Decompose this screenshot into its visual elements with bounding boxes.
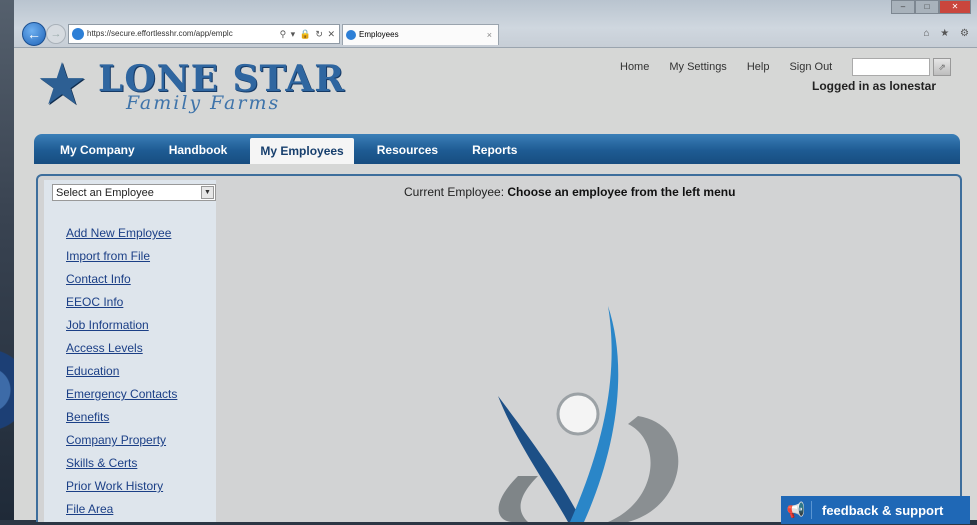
- logged-in-status: Logged in as lonestar: [812, 79, 937, 93]
- benefits-link[interactable]: Benefits: [66, 410, 109, 424]
- browser-window: – □ ✕ ← → https://secure.effortlesshr.co…: [14, 0, 977, 522]
- site-header: ★ LONE STAR Family Farms Home My Setting…: [14, 48, 977, 138]
- employee-select[interactable]: Select an Employee ▼: [52, 184, 216, 201]
- maximize-button[interactable]: □: [915, 0, 939, 14]
- menu-item: Company Property: [66, 433, 177, 456]
- window-controls: – □ ✕: [891, 0, 971, 14]
- company-property-link[interactable]: Company Property: [66, 433, 166, 447]
- address-url[interactable]: https://secure.effortlesshr.com/app/empl…: [87, 25, 280, 43]
- nav-reports[interactable]: Reports: [455, 134, 534, 164]
- menu-item: Benefits: [66, 410, 177, 433]
- address-bar[interactable]: https://secure.effortlesshr.com/app/empl…: [68, 24, 340, 44]
- my-settings-link[interactable]: My Settings: [669, 61, 726, 73]
- prior-work-history-link[interactable]: Prior Work History: [66, 479, 163, 493]
- logo-sub-text: Family Farms: [126, 92, 281, 114]
- menu-item: Prior Work History: [66, 479, 177, 502]
- browser-tab-employees[interactable]: Employees ×: [342, 24, 499, 45]
- menu-item: Education: [66, 364, 177, 387]
- menu-item: EEOC Info: [66, 295, 177, 318]
- current-employee-label: Current Employee:: [404, 185, 508, 199]
- menu-item: Emergency Contacts: [66, 387, 177, 410]
- current-employee-value: Choose an employee from the left menu: [507, 185, 736, 199]
- minimize-button[interactable]: –: [891, 0, 915, 14]
- chevron-down-icon[interactable]: ▼: [201, 186, 214, 199]
- nav-handbook[interactable]: Handbook: [152, 134, 245, 164]
- nav-resources[interactable]: Resources: [360, 134, 455, 164]
- company-logo[interactable]: ★ LONE STAR Family Farms: [36, 50, 344, 120]
- site-favicon-icon: [72, 28, 84, 40]
- sign-out-link[interactable]: Sign Out: [789, 61, 832, 73]
- skills-certs-link[interactable]: Skills & Certs: [66, 456, 137, 470]
- menu-item: Import from File: [66, 249, 177, 272]
- tab-favicon-icon: [346, 30, 356, 40]
- star-icon: ★: [36, 52, 88, 117]
- eeoc-info-link[interactable]: EEOC Info: [66, 295, 123, 309]
- menu-item: Access Levels: [66, 341, 177, 364]
- employee-select-value: Select an Employee: [56, 187, 154, 199]
- close-window-button[interactable]: ✕: [939, 0, 971, 14]
- add-new-employee-link[interactable]: Add New Employee: [66, 226, 171, 240]
- menu-item: Skills & Certs: [66, 456, 177, 479]
- menu-item: Contact Info: [66, 272, 177, 295]
- browser-toolbar-icons[interactable]: ⌂ ★ ⚙: [923, 28, 973, 39]
- emergency-contacts-link[interactable]: Emergency Contacts: [66, 387, 177, 401]
- megaphone-icon: 📢: [781, 501, 812, 519]
- employee-menu: Add New Employee Import from File Contac…: [66, 226, 177, 525]
- back-arrow-icon[interactable]: ←: [22, 22, 46, 46]
- current-employee: Current Employee: Choose an employee fro…: [404, 185, 735, 199]
- top-links: Home My Settings Help Sign Out: [620, 61, 832, 73]
- menu-item: Add New Employee: [66, 226, 177, 249]
- nav-my-employees[interactable]: My Employees: [250, 138, 354, 164]
- tab-close-icon[interactable]: ×: [487, 25, 498, 45]
- forward-arrow-icon[interactable]: →: [46, 24, 66, 44]
- access-levels-link[interactable]: Access Levels: [66, 341, 143, 355]
- content-panel: Select an Employee ▼ Add New Employee Im…: [36, 174, 962, 522]
- employee-sidebar: Select an Employee ▼ Add New Employee Im…: [44, 180, 216, 522]
- menu-item: File Area: [66, 502, 177, 525]
- job-information-link[interactable]: Job Information: [66, 318, 149, 332]
- main-nav: My Company Handbook My Employees Resourc…: [34, 134, 960, 164]
- tab-title: Employees: [359, 30, 399, 39]
- file-area-link[interactable]: File Area: [66, 502, 113, 516]
- help-link[interactable]: Help: [747, 61, 770, 73]
- import-from-file-link[interactable]: Import from File: [66, 249, 150, 263]
- menu-item: Job Information: [66, 318, 177, 341]
- contact-info-link[interactable]: Contact Info: [66, 272, 131, 286]
- nav-my-company[interactable]: My Company: [34, 134, 152, 164]
- browser-chrome: – □ ✕ ← → https://secure.effortlesshr.co…: [14, 0, 977, 48]
- search-go-icon[interactable]: ⇗: [933, 58, 951, 76]
- feedback-label: feedback & support: [822, 502, 944, 518]
- home-link[interactable]: Home: [620, 61, 649, 73]
- address-tools-icons[interactable]: ⚲ ▾ 🔒 ↻ ✕: [280, 25, 339, 43]
- brand-logo-icon: [498, 306, 679, 522]
- header-search-input[interactable]: [852, 58, 930, 76]
- education-link[interactable]: Education: [66, 364, 119, 378]
